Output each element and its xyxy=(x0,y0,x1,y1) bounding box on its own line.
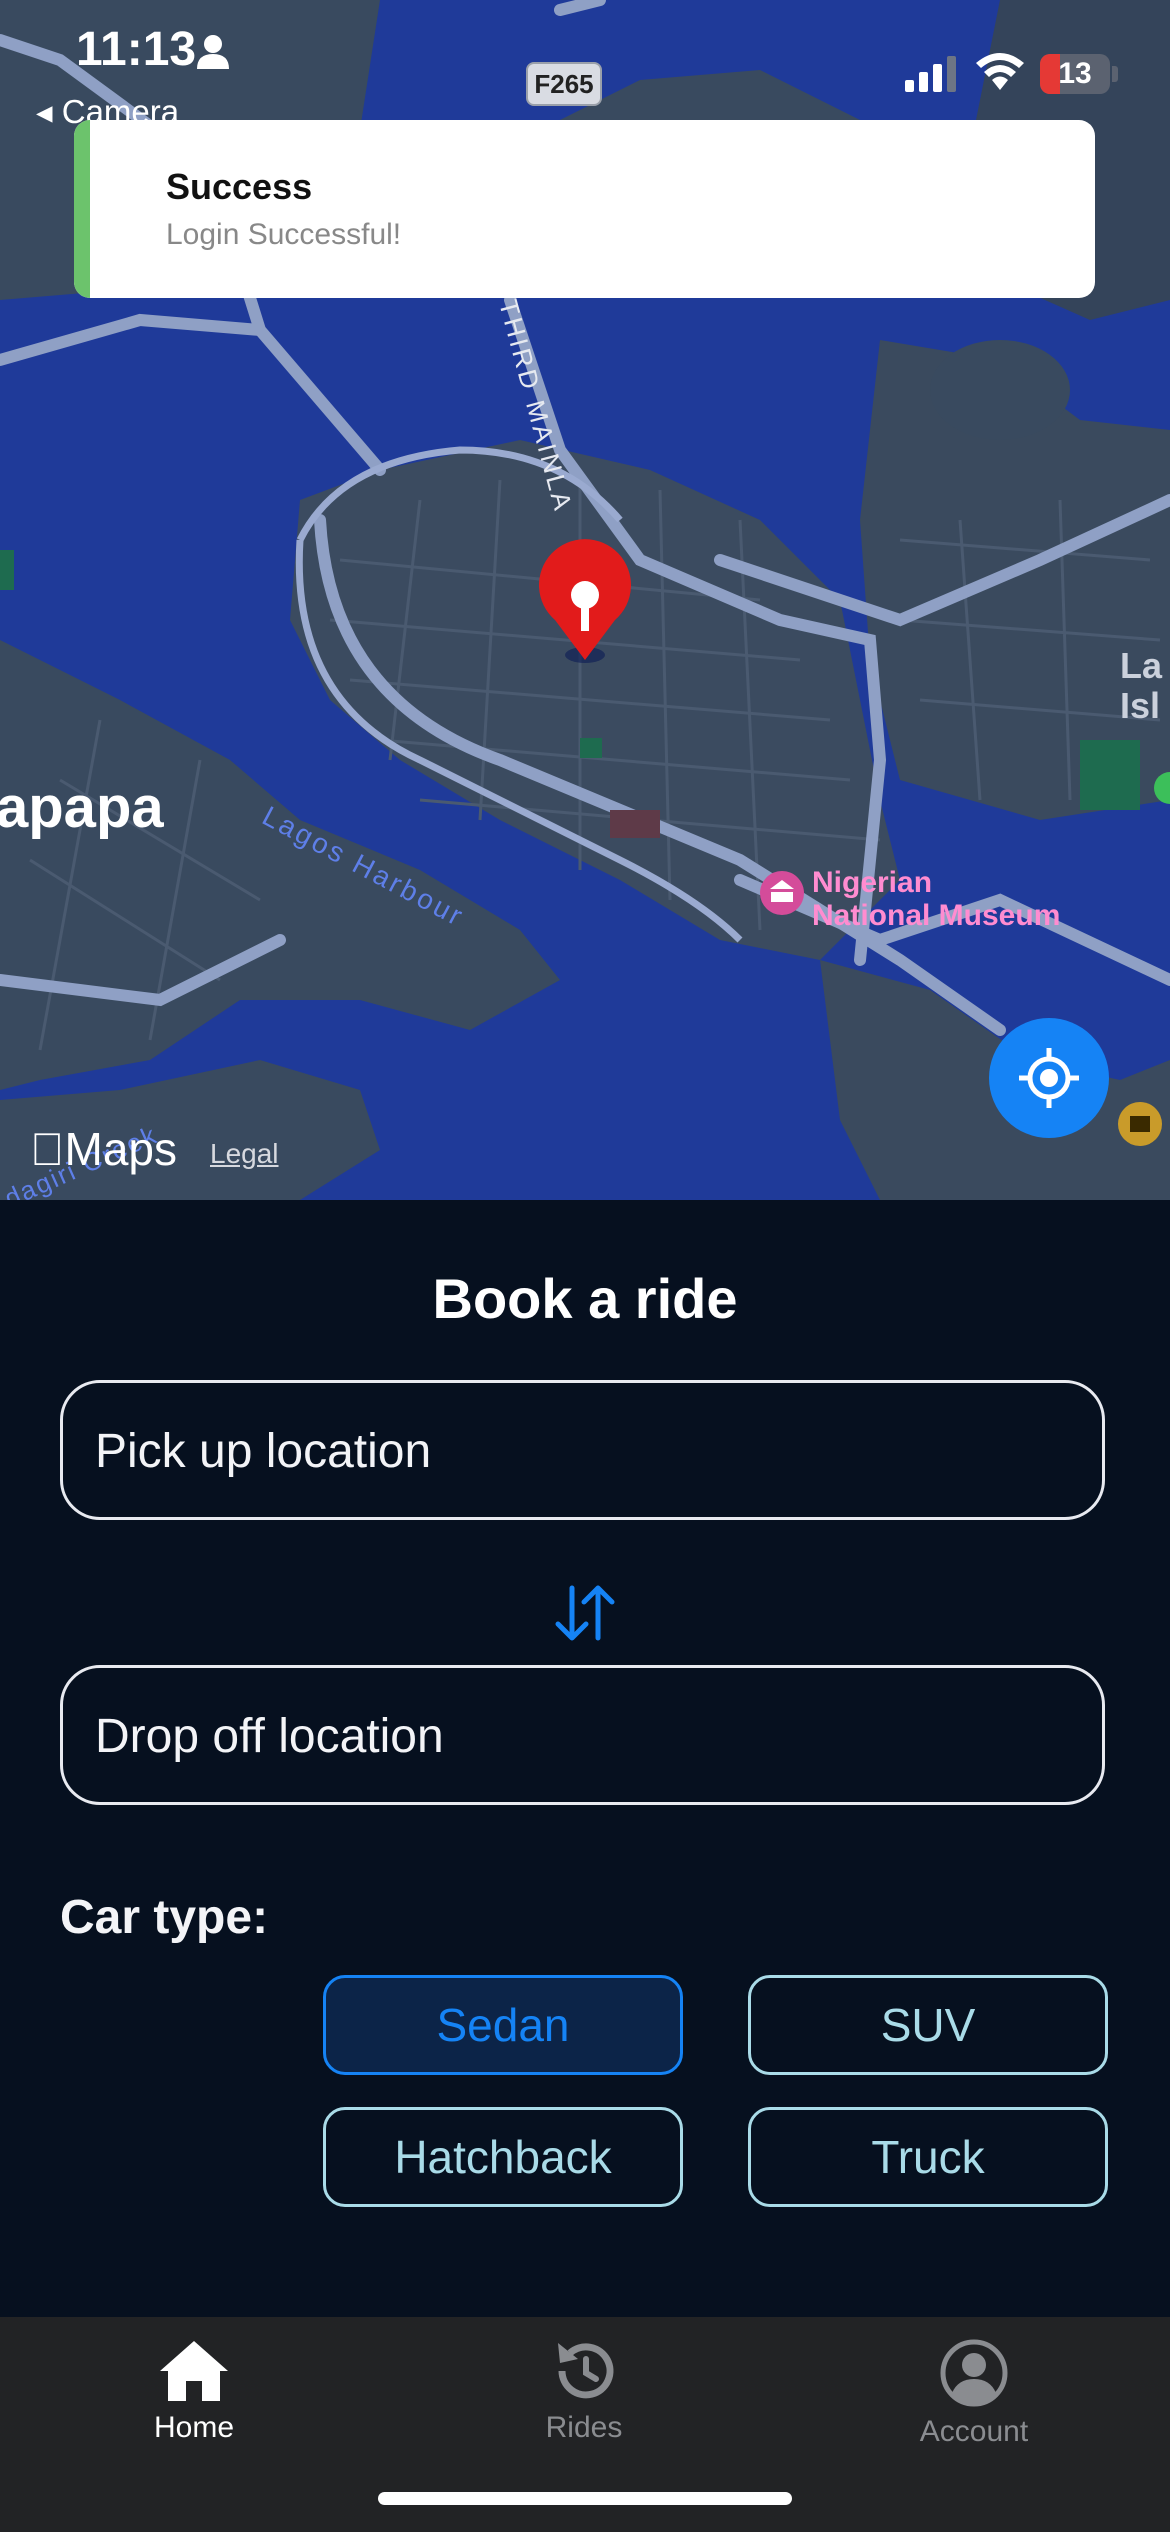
cellular-signal-icon xyxy=(905,56,956,92)
locate-icon xyxy=(1019,1048,1079,1108)
home-indicator xyxy=(378,2492,792,2505)
tab-home-label: Home xyxy=(153,2411,235,2444)
pickup-input[interactable] xyxy=(93,1383,1077,1519)
status-bar: 11:13 ◂ Camera F265 13 xyxy=(0,0,1170,130)
swap-locations-button[interactable] xyxy=(548,1576,622,1650)
map-label-museum[interactable]: Nigerian National Museum xyxy=(812,866,1060,932)
toast-title: Success xyxy=(166,166,313,207)
person-icon xyxy=(197,35,229,69)
booking-sheet: Book a ride Car type: Sedan SUV Hatchbac… xyxy=(0,1200,1170,2317)
success-toast[interactable]: Success Login Successful! xyxy=(74,120,1095,298)
booking-title: Book a ride xyxy=(432,1267,738,1330)
toast-accent-bar xyxy=(74,120,90,298)
tab-rides-label: Rides xyxy=(545,2411,623,2444)
car-type-hatchback[interactable]: Hatchback xyxy=(323,2107,683,2207)
locate-me-button[interactable] xyxy=(989,1018,1109,1138)
swap-arrows-icon xyxy=(555,1585,615,1641)
legal-link[interactable]: Legal xyxy=(210,1138,279,1170)
wifi-icon xyxy=(976,53,1024,90)
map-label-apapa: apapa xyxy=(0,775,164,840)
status-time: 11:13 xyxy=(76,23,197,76)
home-icon xyxy=(160,2341,228,2401)
toast-message: Login Successful! xyxy=(166,218,402,251)
car-type-truck[interactable]: Truck xyxy=(748,2107,1108,2207)
pickup-field[interactable] xyxy=(60,1380,1105,1520)
tab-rides[interactable]: Rides xyxy=(484,2339,684,2459)
battery-tip xyxy=(1112,66,1118,82)
battery-indicator: 13 xyxy=(1040,54,1110,94)
car-type-suv[interactable]: SUV xyxy=(748,1975,1108,2075)
car-type-sedan[interactable]: Sedan xyxy=(323,1975,683,2075)
tab-account[interactable]: Account xyxy=(874,2339,1074,2459)
museum-icon xyxy=(760,871,804,915)
car-type-label: Car type: xyxy=(60,1891,269,1944)
dropoff-field[interactable] xyxy=(60,1665,1105,1805)
map-label-lagos-island: La Isl xyxy=(1120,645,1163,726)
dropoff-input[interactable] xyxy=(93,1668,1077,1804)
account-icon xyxy=(940,2339,1008,2407)
apple-maps-logo: Maps xyxy=(30,1123,177,1175)
tab-account-label: Account xyxy=(919,2415,1029,2448)
history-icon xyxy=(558,2343,614,2399)
tab-home[interactable]: Home xyxy=(94,2339,294,2459)
map-badge: F265 xyxy=(526,62,602,106)
apple-logo-icon:  xyxy=(30,1123,65,1175)
